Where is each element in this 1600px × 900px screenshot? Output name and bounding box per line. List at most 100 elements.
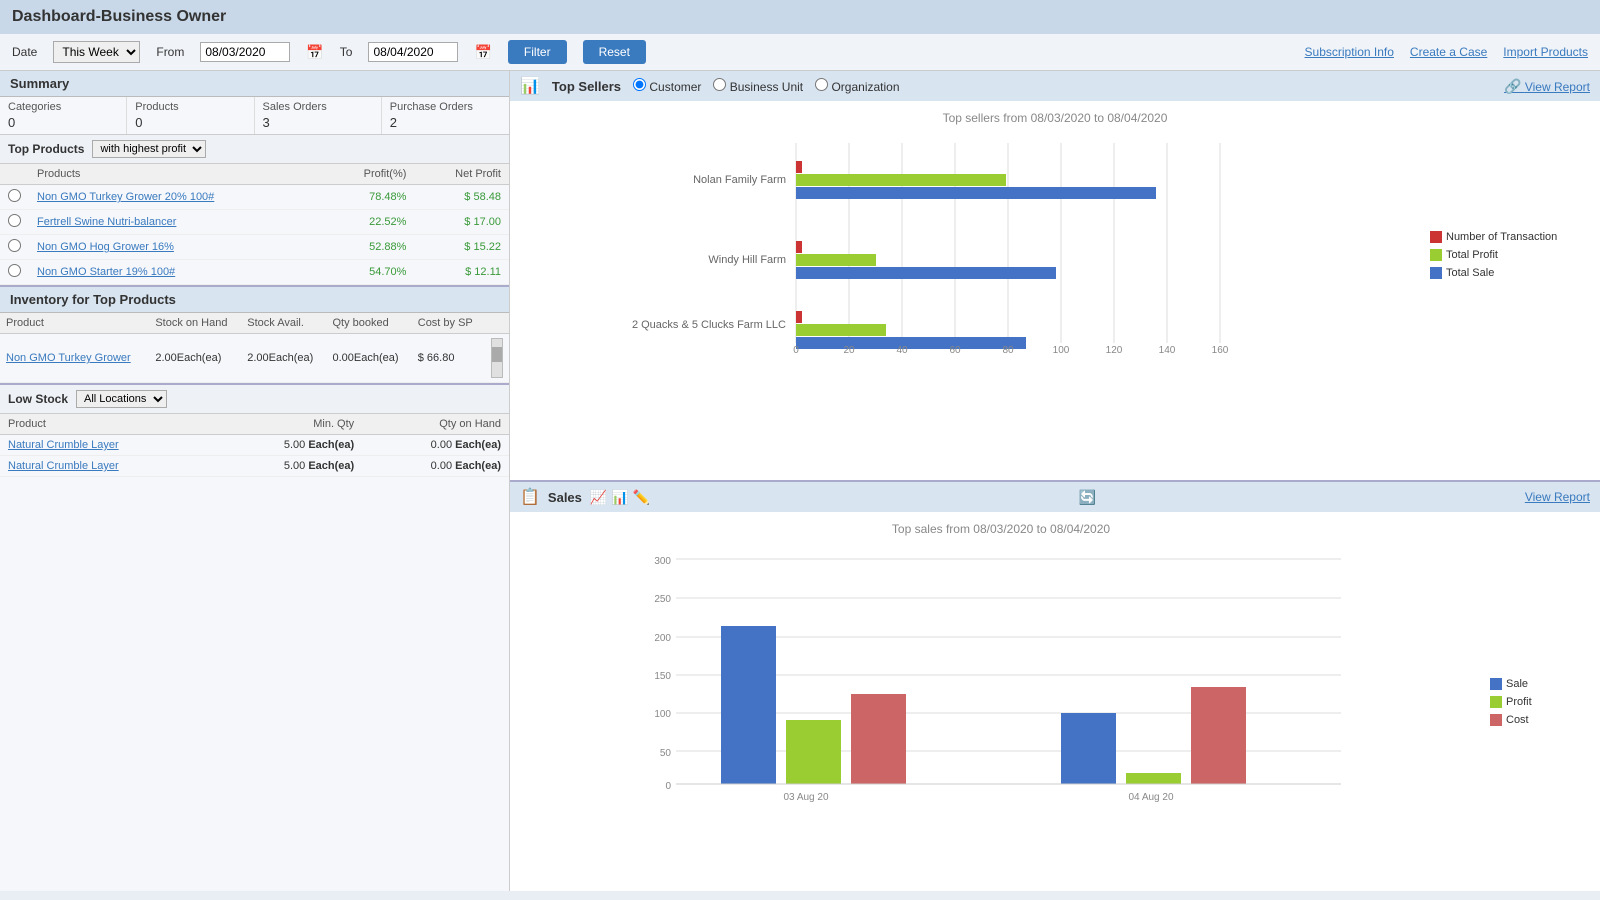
legend-label-sales-sale: Sale [1506, 678, 1528, 690]
product-name-link[interactable]: Non GMO Starter 19% 100# [37, 266, 175, 278]
summary-col-sales-orders: Sales Orders 3 [255, 97, 382, 134]
import-products-link[interactable]: Import Products [1503, 45, 1588, 59]
summary-header: Summary [0, 71, 509, 97]
inventory-section: Inventory for Top Products Product Stock… [0, 285, 509, 383]
lowstock-min-qty: 5.00 Each(ea) [215, 456, 362, 477]
from-label: From [156, 45, 184, 59]
table-row: Non GMO Starter 19% 100# 54.70% $ 12.11 [0, 260, 509, 285]
right-panel: 📊 Top Sellers Customer Business Unit Org… [510, 71, 1600, 891]
sales-edit-icon[interactable]: ✏️ [633, 489, 650, 506]
inv-stock-hand-col: Stock on Hand [149, 313, 241, 334]
legend-item-sale: Total Sale [1430, 267, 1590, 279]
legend-box-sale [1430, 267, 1442, 279]
lowstock-product-link[interactable]: Natural Crumble Layer [8, 460, 119, 472]
low-stock-location-select[interactable]: All Locations [76, 390, 167, 408]
inv-qty-booked-col: Qty booked [327, 313, 412, 334]
product-name-link[interactable]: Non GMO Hog Grower 16% [37, 241, 174, 253]
top-sellers-header: 📊 Top Sellers Customer Business Unit Org… [510, 71, 1600, 101]
low-stock-label: Low Stock [8, 392, 68, 406]
svg-text:0: 0 [793, 345, 799, 356]
from-date-input[interactable] [200, 42, 290, 62]
sales-chart-title: Top sales from 08/03/2020 to 08/04/2020 [520, 522, 1482, 536]
top-sellers-legend: Number of Transaction Total Profit Total… [1430, 133, 1590, 356]
product-name-link[interactable]: Fertrell Swine Nutri-balancer [37, 216, 176, 228]
inv-product-link[interactable]: Non GMO Turkey Grower [6, 352, 131, 364]
filter-button[interactable]: Filter [508, 40, 567, 64]
summary-sales-orders-label: Sales Orders [263, 101, 373, 115]
legend-label-sales-profit: Profit [1506, 696, 1532, 708]
inv-qty-booked-val: 0.00Each(ea) [327, 334, 412, 383]
summary-col-purchase-orders: Purchase Orders 2 [382, 97, 509, 134]
lowstock-table: Product Min. Qty Qty on Hand Natural Cru… [0, 414, 509, 477]
svg-text:Nolan Family Farm: Nolan Family Farm [693, 174, 786, 186]
legend-box-sales-sale [1490, 678, 1502, 690]
subscription-info-link[interactable]: Subscription Info [1305, 45, 1394, 59]
product-radio[interactable] [8, 189, 21, 202]
sales-view-report[interactable]: View Report [1525, 490, 1590, 504]
sales-icon: 📋 [520, 487, 540, 507]
inventory-scroll-area: Product Stock on Hand Stock Avail. Qty b… [0, 313, 509, 383]
refresh-icon[interactable]: 🔄 [1079, 489, 1096, 506]
summary-categories-value: 0 [8, 115, 118, 130]
product-radio[interactable] [8, 264, 21, 277]
inv-product-col: Product [0, 313, 149, 334]
summary-grid: Categories 0 Products 0 Sales Orders 3 P… [0, 97, 509, 135]
summary-section: Summary Categories 0 Products 0 Sales Or… [0, 71, 509, 135]
reset-button[interactable]: Reset [583, 40, 646, 64]
date-select[interactable]: This Week [53, 41, 140, 63]
svg-text:300: 300 [654, 556, 671, 567]
calendar-icon-to[interactable]: 📅 [474, 44, 491, 61]
summary-categories-label: Categories [8, 101, 118, 115]
low-stock-section: Low Stock All Locations Product Min. Qty… [0, 383, 509, 477]
legend-item-sales-profit: Profit [1490, 696, 1590, 708]
table-row: Non GMO Hog Grower 16% 52.88% $ 15.22 [0, 235, 509, 260]
radio-group-top-sellers: Customer Business Unit Organization [633, 78, 899, 94]
svg-text:60: 60 [949, 345, 961, 356]
legend-box-sales-profit [1490, 696, 1502, 708]
radio-business-unit[interactable]: Business Unit [713, 78, 803, 94]
svg-text:250: 250 [654, 594, 671, 605]
top-products-header: Top Products with highest profit with mo… [0, 135, 509, 164]
sales-bar-chart-icon[interactable]: 📊 [611, 489, 628, 506]
page-title: Dashboard-Business Owner [0, 0, 1600, 34]
legend-box-profit [1430, 249, 1442, 261]
svg-text:100: 100 [1053, 345, 1070, 356]
lowstock-product-link[interactable]: Natural Crumble Layer [8, 439, 119, 451]
top-sellers-chart-area: Nolan Family Farm Windy Hill Farm 2 Quac… [520, 133, 1590, 356]
ls-product-col: Product [0, 414, 215, 435]
radio-organization[interactable]: Organization [815, 78, 899, 94]
inventory-header: Inventory for Top Products [0, 287, 509, 313]
product-profit-pct: 52.88% [325, 235, 415, 260]
product-radio[interactable] [8, 214, 21, 227]
profit-col-header: Profit(%) [325, 164, 415, 185]
summary-sales-orders-value: 3 [263, 115, 373, 130]
sales-section: 📋 Sales 📈 📊 ✏️ 🔄 View Report Top sales f… [510, 482, 1600, 891]
legend-label-sale: Total Sale [1446, 267, 1494, 279]
table-row: Non GMO Turkey Grower 2.00Each(ea) 2.00E… [0, 334, 509, 383]
table-row: Non GMO Turkey Grower 20% 100# 78.48% $ … [0, 185, 509, 210]
low-stock-header: Low Stock All Locations [0, 383, 509, 414]
svg-text:50: 50 [660, 748, 672, 759]
sales-icon-group: 📈 📊 ✏️ [590, 489, 650, 506]
ls-min-qty-col: Min. Qty [215, 414, 362, 435]
sales-chart: 300 250 200 150 100 50 0 [520, 544, 1482, 804]
legend-label-transactions: Number of Transaction [1446, 231, 1557, 243]
top-products-select[interactable]: with highest profit with most sales with… [92, 140, 206, 158]
svg-text:200: 200 [654, 633, 671, 644]
top-sellers-view-report[interactable]: 🔗 View Report [1504, 78, 1590, 95]
date-label: Date [12, 45, 37, 59]
to-label: To [340, 45, 353, 59]
radio-customer[interactable]: Customer [633, 78, 701, 94]
calendar-icon-from[interactable]: 📅 [306, 44, 323, 61]
legend-label-profit: Total Profit [1446, 249, 1498, 261]
product-name-link[interactable]: Non GMO Turkey Grower 20% 100# [37, 191, 214, 203]
products-col-header: Products [29, 164, 325, 185]
create-case-link[interactable]: Create a Case [1410, 45, 1487, 59]
summary-col-products: Products 0 [127, 97, 254, 134]
product-profit-pct: 54.70% [325, 260, 415, 285]
svg-text:2 Quacks & 5 Clucks Farm LLC: 2 Quacks & 5 Clucks Farm LLC [632, 319, 786, 331]
inv-stock-avail-val: 2.00Each(ea) [241, 334, 326, 383]
product-radio[interactable] [8, 239, 21, 252]
to-date-input[interactable] [368, 42, 458, 62]
sales-line-chart-icon[interactable]: 📈 [590, 489, 607, 506]
